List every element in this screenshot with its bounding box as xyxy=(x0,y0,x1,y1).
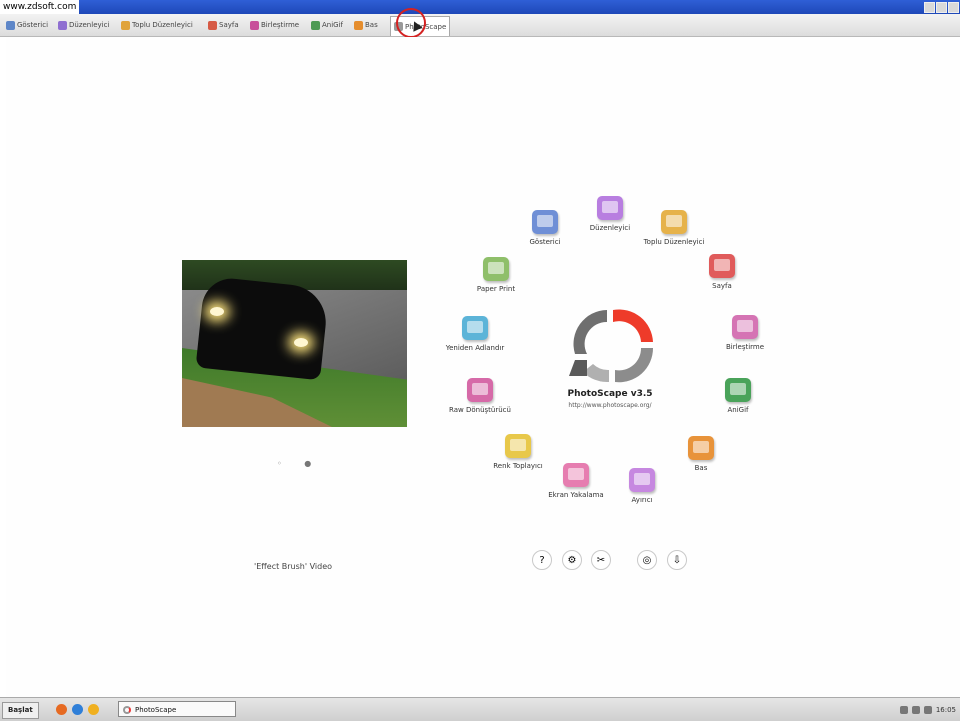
menu-label: Gösterici xyxy=(529,238,561,246)
taskbar: Başlat PhotoScape 16:05 xyxy=(0,697,960,721)
combine-icon xyxy=(732,315,758,339)
tab-label: Gösterici xyxy=(17,21,49,29)
tray-network-icon[interactable] xyxy=(899,705,908,714)
menu-label: AniGif xyxy=(727,406,749,414)
tab-viewer[interactable]: Gösterici xyxy=(6,17,48,33)
tray-volume-icon[interactable] xyxy=(911,705,920,714)
clock: 16:05 xyxy=(935,705,956,714)
home-screen xyxy=(6,37,960,697)
tab-combine[interactable]: Birleştirme xyxy=(250,17,299,33)
quick-launch-browser-icon[interactable] xyxy=(56,704,67,715)
menu-label: Yeniden Adlandır xyxy=(445,344,505,352)
help-icon[interactable]: ? xyxy=(532,550,552,570)
quick-launch-explorer-icon[interactable] xyxy=(72,704,83,715)
print-icon xyxy=(688,436,714,460)
tab-page[interactable]: Sayfa xyxy=(208,17,239,33)
menu-page[interactable]: Sayfa xyxy=(682,254,762,290)
anigif-tab-icon xyxy=(311,20,320,30)
combine-tab-icon xyxy=(250,20,259,30)
photo-headlight xyxy=(294,338,308,347)
taskbar-photoscape-button[interactable]: PhotoScape xyxy=(118,701,236,717)
animated-gif-icon xyxy=(725,378,751,402)
settings-icon[interactable]: ⚙ xyxy=(562,550,582,570)
menu-label: Raw Dönüştürücü xyxy=(449,406,511,414)
photo-race-car xyxy=(195,275,330,381)
menu-rename[interactable]: Yeniden Adlandır xyxy=(435,316,515,352)
tab-anigif[interactable]: AniGif xyxy=(311,17,343,33)
menu-label: Sayfa xyxy=(712,282,732,290)
tools-icon[interactable]: ✂ xyxy=(591,550,611,570)
video-caption-link[interactable]: 'Effect Brush' Video xyxy=(254,562,332,571)
tab-print[interactable]: Bas xyxy=(354,17,378,33)
website-link[interactable]: http://www.photoscape.org/ xyxy=(540,402,680,409)
photoscape-logo-icon xyxy=(569,309,654,383)
tab-label: Birleştirme xyxy=(261,21,300,29)
menu-label: Toplu Düzenleyici xyxy=(643,238,705,246)
world-icon[interactable]: ◎ xyxy=(637,550,657,570)
minimize-button[interactable] xyxy=(924,2,935,13)
page-tab-icon xyxy=(208,20,217,30)
menu-label: Birleştirme xyxy=(725,343,765,351)
app-brand-name: PhotoScape v3.5 xyxy=(567,389,653,399)
menu-color-picker[interactable]: Renk Toplayıcı xyxy=(478,434,558,470)
menu-paper-print[interactable]: Paper Print xyxy=(456,257,536,293)
print-tab-icon xyxy=(354,20,363,30)
menu-raw-converter[interactable]: Raw Dönüştürücü xyxy=(440,378,520,414)
editor-tab-icon xyxy=(58,20,67,30)
tab-label: Toplu Düzenleyici xyxy=(132,21,193,29)
tab-batch-editor[interactable]: Toplu Düzenleyici xyxy=(121,17,193,33)
menu-label: Ekran Yakalama xyxy=(548,491,604,499)
slideshow-controls[interactable]: ◦ ● xyxy=(277,459,321,468)
quick-launch-media-icon[interactable] xyxy=(88,704,99,715)
color-picker-icon xyxy=(505,434,531,458)
main-tab-bar: Gösterici Düzenleyici Toplu Düzenleyici … xyxy=(0,14,960,37)
viewer-tab-icon xyxy=(6,20,15,30)
menu-label: Renk Toplayıcı xyxy=(493,462,543,470)
menu-anigif[interactable]: AniGif xyxy=(698,378,778,414)
menu-combine[interactable]: Birleştirme xyxy=(705,315,785,351)
watermark-text: www.zdsoft.com xyxy=(0,0,80,14)
maximize-button[interactable] xyxy=(936,2,947,13)
tray-security-icon[interactable] xyxy=(923,705,932,714)
editor-icon xyxy=(597,196,623,220)
paper-print-icon xyxy=(483,257,509,281)
photo-headlight xyxy=(210,307,224,316)
screen-capture-icon xyxy=(563,463,589,487)
system-tray: 16:05 xyxy=(899,702,956,717)
tab-label: Düzenleyici xyxy=(69,21,110,29)
menu-label: Paper Print xyxy=(476,285,516,293)
close-button[interactable] xyxy=(948,2,959,13)
rename-icon xyxy=(462,316,488,340)
viewer-icon xyxy=(532,210,558,234)
download-icon[interactable]: ⇩ xyxy=(667,550,687,570)
tab-label: AniGif xyxy=(322,21,344,29)
tab-label: Sayfa xyxy=(219,21,239,29)
batch-editor-tab-icon xyxy=(121,20,130,30)
window-title-bar: www.zdsoft.com xyxy=(0,0,960,14)
tab-editor[interactable]: Düzenleyici xyxy=(58,17,109,33)
slideshow-photo[interactable] xyxy=(182,260,407,427)
start-button[interactable]: Başlat xyxy=(2,702,39,719)
raw-converter-icon xyxy=(467,378,493,402)
batch-editor-icon xyxy=(661,210,687,234)
page-icon xyxy=(709,254,735,278)
splitter-icon xyxy=(629,468,655,492)
tab-label: Bas xyxy=(365,21,378,29)
menu-print[interactable]: Bas xyxy=(661,436,741,472)
menu-batch-editor[interactable]: Toplu Düzenleyici xyxy=(634,210,714,246)
